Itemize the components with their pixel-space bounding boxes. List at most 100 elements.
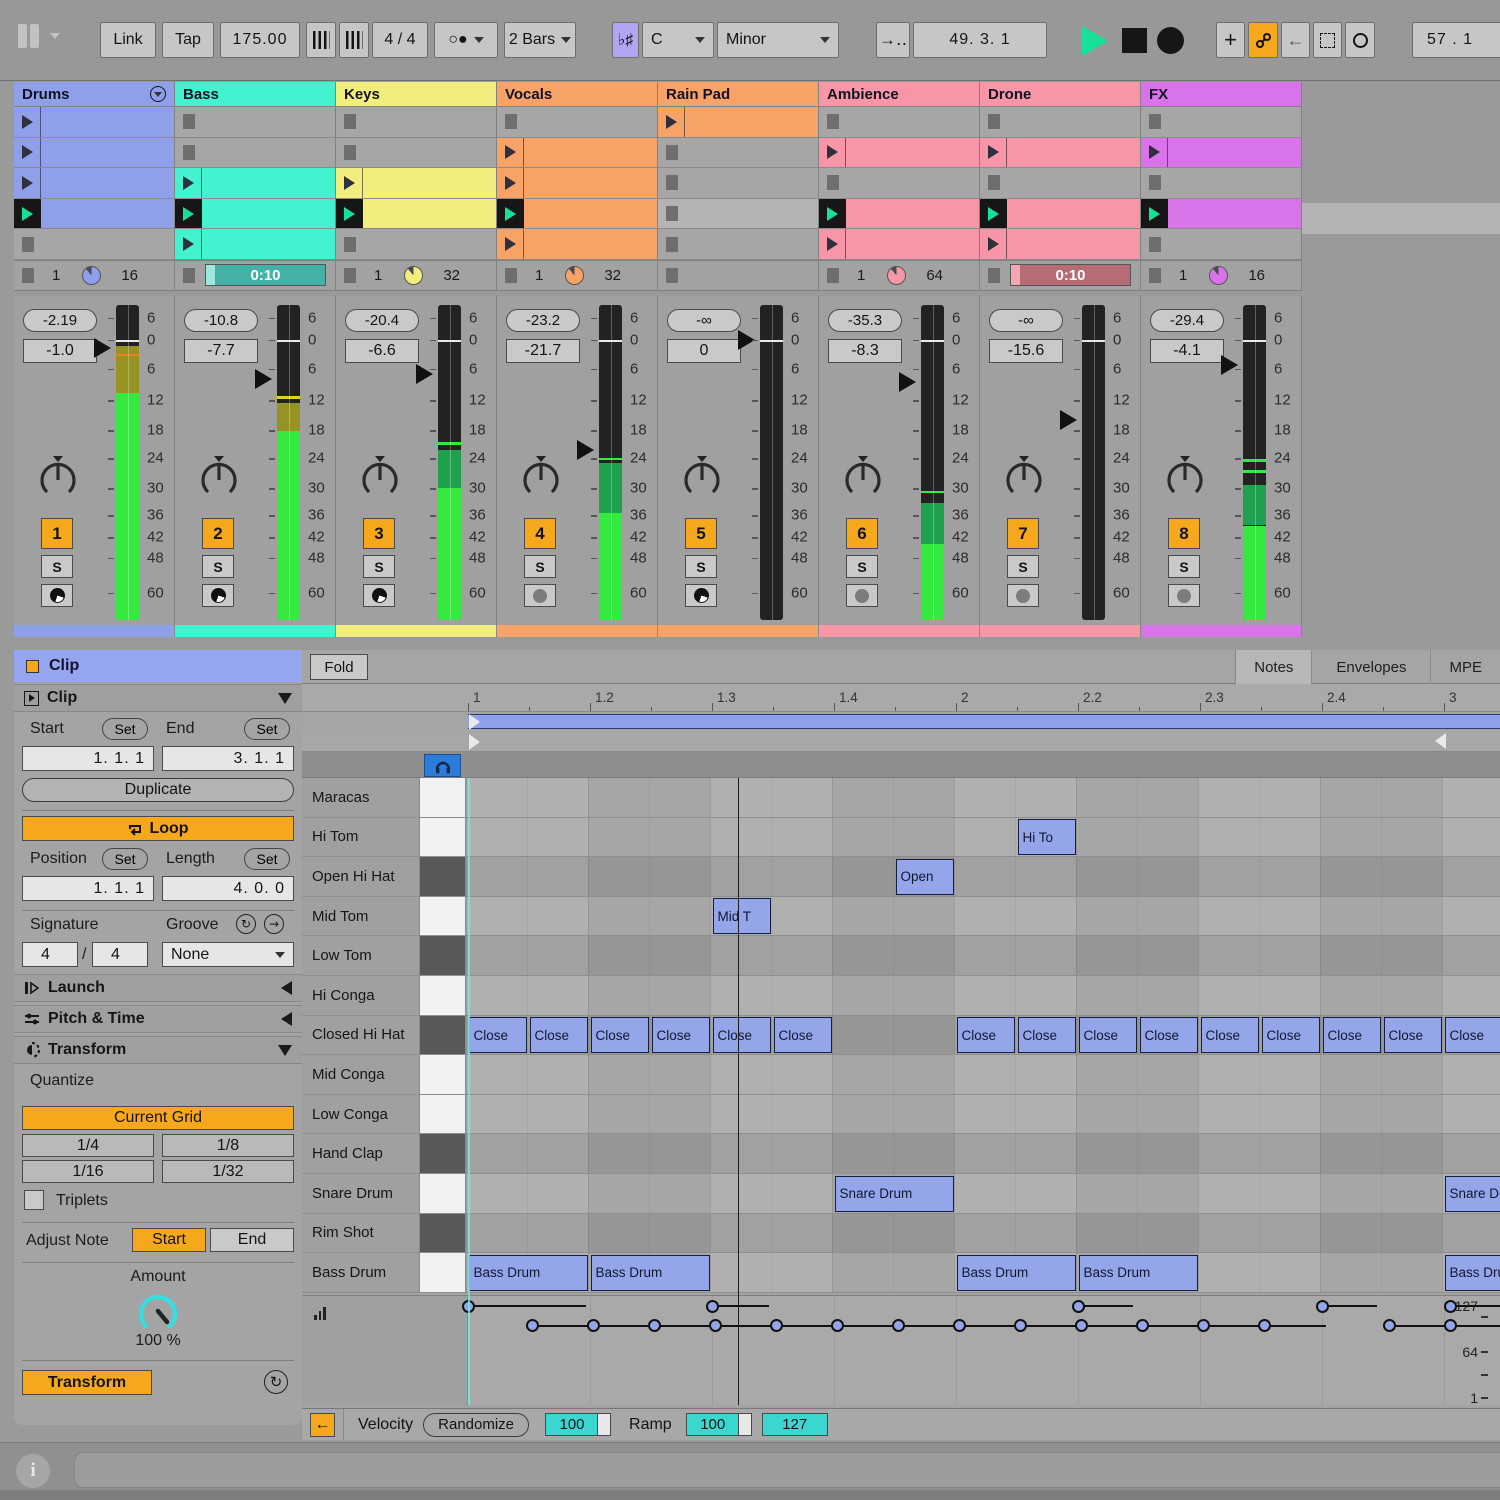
ramp-from-field[interactable]: 100 (686, 1413, 752, 1436)
clip-slot[interactable] (175, 199, 335, 230)
clip-slot[interactable] (175, 107, 335, 138)
pan-knob[interactable] (518, 454, 564, 503)
stop-button[interactable] (1149, 175, 1161, 190)
stop-button[interactable] (666, 145, 678, 160)
solo-button[interactable]: S (685, 555, 717, 578)
solo-button[interactable]: S (363, 555, 395, 578)
midi-note[interactable]: Close (1323, 1017, 1382, 1053)
track-number-button[interactable]: 3 (363, 518, 395, 549)
drum-key[interactable] (420, 976, 466, 1015)
launch-section-header[interactable]: Launch (14, 974, 302, 1002)
drum-row-lane[interactable] (466, 1174, 1500, 1213)
capture-midi-button[interactable] (1313, 22, 1342, 58)
drum-key[interactable] (420, 778, 466, 817)
tempo-field[interactable]: 175.00 (220, 22, 300, 58)
midi-note[interactable]: Close (469, 1017, 528, 1053)
velocity-point[interactable] (1444, 1300, 1457, 1313)
clip-start-field[interactable]: 1. 1. 1 (22, 746, 154, 771)
drum-row-label[interactable]: Closed Hi Hat (302, 1016, 420, 1055)
quantization-menu[interactable]: 2 Bars (504, 22, 576, 58)
amount-value[interactable]: 100 % (14, 1332, 302, 1350)
stop-button[interactable] (827, 114, 839, 129)
arm-button[interactable] (1007, 584, 1039, 607)
drum-row-label[interactable]: Low Conga (302, 1095, 420, 1134)
arm-button[interactable] (41, 584, 73, 607)
nudge-down-button[interactable] (306, 22, 336, 58)
signature-denominator-field[interactable]: 4 (92, 942, 148, 967)
pan-knob[interactable] (35, 454, 81, 503)
transform-apply-button[interactable]: Transform (22, 1370, 152, 1395)
browser-toggle[interactable] (18, 24, 60, 48)
volume-field[interactable]: 0 (667, 339, 741, 363)
volume-field[interactable]: -8.3 (828, 339, 902, 363)
volume-field[interactable]: -21.7 (506, 339, 580, 363)
midi-note[interactable]: Close (1262, 1017, 1321, 1053)
adjust-note-end-button[interactable]: End (210, 1228, 294, 1252)
midi-note[interactable]: Bass Drum (1445, 1255, 1500, 1291)
volume-field[interactable]: -1.0 (23, 339, 97, 363)
velocity-point[interactable] (706, 1300, 719, 1313)
stop-button[interactable] (988, 114, 1000, 129)
stop-button[interactable] (1122, 28, 1147, 53)
velocity-lane[interactable]: 127641 (302, 1295, 1500, 1405)
clip-slot[interactable] (175, 138, 335, 169)
drum-key[interactable] (420, 897, 466, 936)
drum-row-lane[interactable] (466, 778, 1500, 817)
clip-slot[interactable] (14, 199, 174, 230)
drum-key[interactable] (420, 857, 466, 896)
track-header[interactable]: Keys (336, 82, 496, 107)
drum-row-lane[interactable] (466, 857, 1500, 896)
track-header[interactable]: Drums (14, 82, 174, 107)
drum-row-label[interactable]: Rim Shot (302, 1214, 420, 1253)
drum-row-lane[interactable] (466, 897, 1500, 936)
clip-launch-button[interactable] (1141, 138, 1168, 168)
peak-level-field[interactable]: -∞ (667, 309, 741, 332)
drum-row-lane[interactable] (466, 1134, 1500, 1173)
track-number-button[interactable]: 6 (846, 518, 878, 549)
clip-launch-button[interactable] (497, 199, 524, 229)
loop-button[interactable]: Loop (22, 816, 294, 841)
beat-time-ruler[interactable]: 11.21.31.422.22.32.43 (302, 684, 1500, 712)
midi-note[interactable]: Snare Drum (835, 1176, 955, 1212)
clip-start-marker[interactable] (469, 734, 480, 750)
volume-fader-handle[interactable] (1060, 410, 1077, 430)
clip-launch-button[interactable] (819, 229, 846, 259)
clip-launch-button[interactable] (497, 138, 524, 168)
midi-note[interactable]: Close (957, 1017, 1016, 1053)
drum-row-label[interactable]: Low Tom (302, 936, 420, 975)
tap-tempo-button[interactable]: Tap (162, 22, 214, 58)
midi-note[interactable]: Close (1445, 1017, 1500, 1053)
loop-end-marker[interactable] (1435, 733, 1446, 749)
volume-fader-handle[interactable] (1221, 355, 1238, 375)
track-header[interactable]: Drone (980, 82, 1140, 107)
drum-row-lane[interactable] (466, 936, 1500, 975)
midi-note[interactable]: Close (774, 1017, 833, 1053)
clip-slot[interactable] (336, 168, 496, 199)
drag-handle[interactable] (597, 1414, 610, 1435)
clip-slot[interactable] (819, 199, 979, 230)
pan-knob[interactable] (1001, 454, 1047, 503)
clip-launch-button[interactable] (819, 138, 846, 168)
drum-key[interactable] (420, 818, 466, 857)
drum-key[interactable] (420, 936, 466, 975)
clip-slot[interactable] (336, 199, 496, 230)
reenable-automation-button[interactable]: ← (1281, 22, 1310, 58)
stop-button[interactable] (666, 175, 678, 190)
volume-field[interactable]: -7.7 (184, 339, 258, 363)
nudge-up-button[interactable] (339, 22, 369, 58)
position-set-button[interactable]: Set (102, 848, 148, 870)
track-stop-button[interactable] (505, 268, 517, 283)
clip-slot[interactable] (658, 138, 818, 169)
automation-arm-button[interactable] (1248, 22, 1278, 58)
tab-clip[interactable]: Clip (14, 650, 302, 682)
clip-slot[interactable] (175, 229, 335, 260)
stop-button[interactable] (1149, 114, 1161, 129)
solo-button[interactable]: S (1007, 555, 1039, 578)
drum-row-label[interactable]: Mid Conga (302, 1055, 420, 1094)
groove-commit-icon[interactable]: ↻ (236, 914, 256, 934)
stop-button[interactable] (183, 114, 195, 129)
track-header[interactable]: FX (1141, 82, 1301, 107)
velocity-collapse-button[interactable]: ← (310, 1413, 335, 1437)
clip-slot[interactable] (497, 229, 657, 260)
clip-slot[interactable] (175, 168, 335, 199)
